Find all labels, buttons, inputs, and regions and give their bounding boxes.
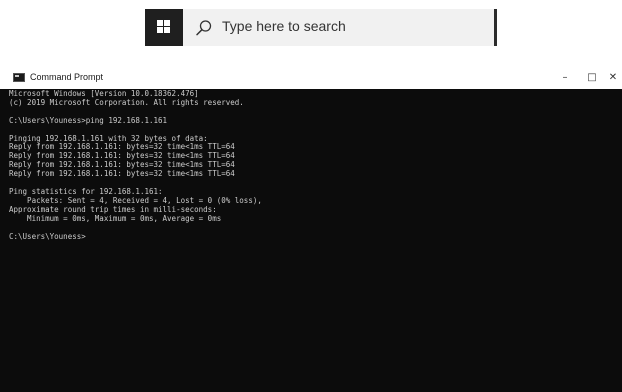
console-line: Minimum = 0ms, Maximum = 0ms, Average = … [9, 213, 222, 223]
search-input[interactable]: Type here to search [222, 18, 346, 34]
console-line: C:\Users\Youness>ping 192.168.1.161 [9, 115, 168, 125]
taskbar-search-bar[interactable]: Type here to search [145, 9, 497, 46]
start-button[interactable] [145, 9, 183, 46]
window-title: Command Prompt [30, 72, 104, 82]
console-line: Pinging 192.168.1.161 with 32 bytes of d… [9, 133, 208, 143]
search-icon [196, 20, 212, 36]
console-output[interactable]: Microsoft Windows [Version 10.0.18362.47… [0, 89, 622, 392]
console-line: (c) 2019 Microsoft Corporation. All righ… [9, 97, 244, 107]
minimize-button[interactable]: – [553, 69, 577, 87]
close-button[interactable]: ✕ [604, 69, 622, 87]
windows-logo-icon [157, 20, 171, 34]
console-line: Ping statistics for 192.168.1.161: [9, 186, 163, 196]
console-line: Reply from 192.168.1.161: bytes=32 time<… [9, 160, 235, 170]
maximize-button[interactable]: □ [580, 69, 604, 87]
console-line: Reply from 192.168.1.161: bytes=32 time<… [9, 151, 235, 161]
console-text: Microsoft Windows [Version 10.0.18362.47… [0, 89, 622, 241]
window-title-bar[interactable]: Command Prompt – □ ✕ [0, 67, 622, 89]
console-line: Packets: Sent = 4, Received = 4, Lost = … [9, 195, 262, 205]
console-line: Microsoft Windows [Version 10.0.18362.47… [9, 89, 199, 98]
console-line: Reply from 192.168.1.161: bytes=32 time<… [9, 169, 235, 179]
search-bar-edge [494, 9, 497, 46]
console-line: Reply from 192.168.1.161: bytes=32 time<… [9, 142, 235, 152]
console-line: C:\Users\Youness> [9, 231, 86, 241]
console-line: Approximate round trip times in milli-se… [9, 204, 217, 214]
command-prompt-icon [13, 73, 25, 82]
